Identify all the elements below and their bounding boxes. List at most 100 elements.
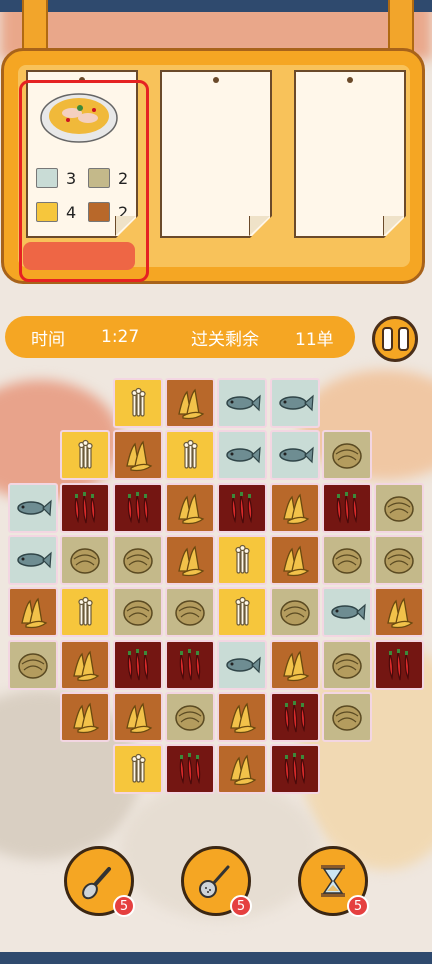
tile-ginger[interactable] xyxy=(217,744,268,795)
chili-icon xyxy=(127,648,148,680)
ginger-icon xyxy=(73,702,100,733)
tile-ginger[interactable] xyxy=(8,587,58,638)
pin-icon xyxy=(347,77,353,83)
chili-icon xyxy=(231,491,253,523)
mushroom-icon xyxy=(130,753,146,783)
tile-ginger[interactable] xyxy=(217,691,268,742)
pause-icon xyxy=(381,327,393,351)
tile-ginger[interactable] xyxy=(112,430,163,481)
tile-cabbage[interactable] xyxy=(60,534,111,585)
tool-count-badge: 5 xyxy=(347,895,369,917)
tile-ginger[interactable] xyxy=(60,639,111,690)
tile-ginger[interactable] xyxy=(269,639,320,690)
tile-cabbage[interactable] xyxy=(374,482,425,533)
cabbage-icon xyxy=(332,705,362,731)
tile-chili[interactable] xyxy=(269,691,320,742)
pause-icon xyxy=(397,327,409,351)
tile-fish[interactable] xyxy=(8,534,58,585)
tile-ginger[interactable] xyxy=(60,691,111,742)
tile-fish[interactable] xyxy=(269,378,320,428)
chili-icon xyxy=(388,648,410,680)
tile-fish[interactable] xyxy=(217,378,268,428)
tile-mushroom[interactable] xyxy=(112,744,163,795)
tile-chili[interactable] xyxy=(60,482,111,533)
tile-chili[interactable] xyxy=(112,482,163,533)
tile-cabbage[interactable] xyxy=(321,639,372,690)
fish-icon xyxy=(226,394,261,412)
pin-icon xyxy=(213,77,219,83)
tile-chili[interactable] xyxy=(164,639,215,690)
cabbage-icon xyxy=(384,548,414,574)
tile-mushroom[interactable] xyxy=(217,534,268,585)
tile-ginger[interactable] xyxy=(269,482,320,533)
tile-cabbage[interactable] xyxy=(321,691,372,742)
tile-ginger[interactable] xyxy=(374,587,425,638)
fish-icon xyxy=(226,656,261,673)
tile-chili[interactable] xyxy=(112,639,163,690)
tile-ginger[interactable] xyxy=(269,534,320,585)
fish-icon xyxy=(278,394,314,412)
cabbage-icon xyxy=(332,443,362,470)
chili-icon xyxy=(179,648,201,680)
tile-mushroom[interactable] xyxy=(60,587,111,638)
chili-icon xyxy=(284,700,305,733)
cabbage-icon xyxy=(122,600,153,626)
remaining-value: 11单 xyxy=(295,329,334,350)
tile-cabbage[interactable] xyxy=(321,534,372,585)
tile-chili[interactable] xyxy=(164,744,215,795)
tile-mushroom[interactable] xyxy=(112,378,163,428)
ginger-icon xyxy=(230,702,257,733)
tile-cabbage[interactable] xyxy=(164,587,215,638)
top-bar xyxy=(0,0,432,12)
tile-cabbage[interactable] xyxy=(321,430,372,481)
tile-cabbage[interactable] xyxy=(374,534,425,585)
tile-ginger[interactable] xyxy=(164,378,215,428)
tile-cabbage[interactable] xyxy=(269,587,320,638)
ginger-icon xyxy=(178,493,205,524)
fish-icon xyxy=(331,603,366,621)
spoon-icon xyxy=(82,867,111,900)
tile-ginger[interactable] xyxy=(164,534,215,585)
tile-ginger[interactable] xyxy=(112,691,163,742)
fish-icon xyxy=(17,551,52,569)
sign-hanger-right xyxy=(388,0,414,52)
ginger-icon xyxy=(21,597,48,629)
status-bar: 时间 1:27 过关剩余 11单 xyxy=(5,316,355,358)
tool-count-badge: 5 xyxy=(113,895,135,917)
time-label: 时间 xyxy=(31,329,65,350)
tile-mushroom[interactable] xyxy=(164,430,215,481)
tile-cabbage[interactable] xyxy=(8,639,58,690)
tile-chili[interactable] xyxy=(374,639,425,690)
mushroom-icon xyxy=(130,387,146,417)
remaining-label: 过关剩余 xyxy=(191,329,259,350)
tile-fish[interactable] xyxy=(8,482,58,533)
ginger-icon xyxy=(73,650,100,681)
hourglass-tool-button[interactable]: 5 xyxy=(298,846,369,917)
tile-ginger[interactable] xyxy=(164,482,215,533)
ladle-icon xyxy=(199,865,230,898)
tile-cabbage[interactable] xyxy=(112,534,163,585)
cabbage-icon xyxy=(332,548,362,574)
order-card-3[interactable] xyxy=(294,70,406,238)
ginger-icon xyxy=(178,545,205,577)
active-order-highlight xyxy=(19,80,149,282)
ladle-tool-button[interactable]: 5 xyxy=(181,846,252,917)
tile-fish[interactable] xyxy=(217,639,268,690)
tile-fish[interactable] xyxy=(269,430,320,481)
sign-hanger-left xyxy=(22,0,48,52)
chili-icon xyxy=(336,491,358,523)
ginger-icon xyxy=(282,493,309,524)
tile-cabbage[interactable] xyxy=(164,691,215,742)
mushroom-icon xyxy=(235,544,250,574)
tile-mushroom[interactable] xyxy=(60,430,111,481)
pause-button[interactable] xyxy=(372,316,418,362)
tile-fish[interactable] xyxy=(321,587,372,638)
tile-mushroom[interactable] xyxy=(217,587,268,638)
tile-fish[interactable] xyxy=(217,430,268,481)
tile-chili[interactable] xyxy=(217,482,268,533)
tile-chili[interactable] xyxy=(269,744,320,795)
order-card-2[interactable] xyxy=(160,70,272,238)
spoon-tool-button[interactable]: 5 xyxy=(64,846,135,917)
tile-chili[interactable] xyxy=(321,482,372,533)
tile-cabbage[interactable] xyxy=(112,587,163,638)
